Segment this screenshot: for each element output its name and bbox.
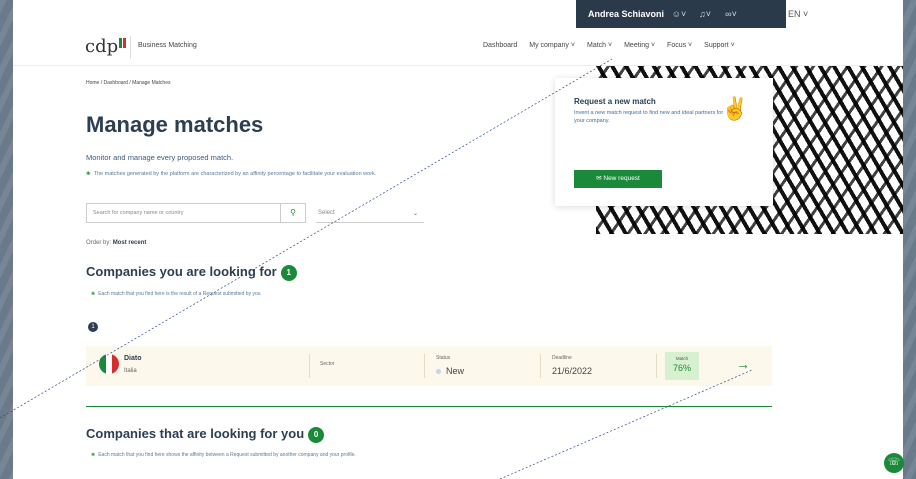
support-headset-icon[interactable]: ☏ — [884, 453, 904, 473]
nav-focus-label: Focus — [667, 42, 687, 49]
nav-match[interactable]: Match ˅ — [587, 42, 612, 49]
status-value: New — [436, 366, 464, 376]
page-note: ❀ The matches generated by the platform a… — [86, 171, 376, 177]
logo-text: cdp — [85, 36, 119, 57]
filter-select[interactable]: Select ⌄ — [316, 203, 424, 223]
status-text: New — [446, 366, 465, 376]
bell-icon[interactable]: ♫˅ — [692, 9, 718, 19]
cdp-logo[interactable]: cdp — [85, 36, 127, 57]
search-icon[interactable]: ⚲ — [280, 204, 305, 222]
page-subtitle: Monitor and manage every proposed match. — [86, 153, 234, 162]
divider — [424, 354, 425, 378]
deadline-value: 21/6/2022 — [552, 366, 593, 376]
status-label: Status — [436, 355, 451, 361]
sector-label: Sector — [320, 361, 335, 367]
nav-meeting-label: Meeting — [624, 42, 649, 49]
leaf-icon: ❀ — [86, 171, 91, 177]
section-title-looking-for: Companies you are looking for 1 — [86, 264, 297, 281]
new-request-label: New request — [603, 175, 640, 182]
request-card: Request a new match Invent a new match r… — [555, 78, 773, 206]
section-divider — [86, 406, 772, 407]
main-nav: Dashboard My company ˅ Match ˅ Meeting ˅… — [483, 42, 735, 49]
nav-support[interactable]: Support ˅ — [704, 42, 735, 49]
section-title-text: Companies that are looking for you — [86, 426, 305, 441]
search-placeholder: Search for company name or country — [93, 210, 184, 216]
count-badge: 1 — [280, 264, 297, 281]
search-input[interactable]: Search for company name or country ⚲ — [86, 203, 306, 223]
divider — [656, 354, 657, 378]
status-dot-icon — [436, 369, 441, 375]
breadcrumb[interactable]: Home / Dashboard / Manage Matches — [86, 80, 171, 86]
order-by[interactable]: Order by: Most recent — [86, 240, 146, 246]
page-title: Manage matches — [86, 112, 264, 137]
match-badge: Match 76% — [665, 352, 699, 380]
nav-dashboard[interactable]: Dashboard — [483, 42, 517, 49]
nav-match-label: Match — [586, 42, 607, 49]
nav-meeting[interactable]: Meeting ˅ — [624, 42, 655, 49]
request-card-title: Request a new match — [574, 97, 656, 106]
app-window: Andrea Schiavoni ☺˅ ♫˅ ∞˅ EN ˅ cdp Busin… — [13, 0, 903, 479]
match-row[interactable]: Diato Italia Sector Status New Deadline … — [86, 346, 772, 386]
leaf-icon: ❀ — [91, 452, 96, 458]
nav-my-company-label: My company — [529, 42, 569, 49]
new-request-button[interactable]: ✉ New request — [574, 170, 662, 188]
section-note: ❀ Each match that you find here is the re… — [91, 291, 261, 297]
nav-my-company[interactable]: My company ˅ — [529, 42, 575, 49]
order-value: Most recent — [112, 240, 147, 246]
main-header: cdp Business Matching Dashboard My compa… — [13, 28, 903, 66]
brand-name: Business Matching — [138, 42, 197, 49]
logo-flag-red — [123, 38, 127, 48]
leaf-icon: ❀ — [91, 291, 96, 297]
order-label: Order by: — [86, 240, 112, 246]
match-label: Match — [675, 356, 689, 361]
section-title-looking-for-you: Companies that are looking for you 0 — [86, 426, 325, 443]
section-note: ❀ Each match that you find here shows the… — [91, 452, 356, 458]
match-value: 76% — [672, 363, 691, 373]
connections-icon[interactable]: ∞˅ — [718, 9, 744, 19]
section-note-text: Each match that you find here shows the … — [98, 452, 356, 458]
logo-flag-green — [119, 38, 123, 48]
divider — [309, 354, 310, 378]
language-label: EN — [788, 9, 801, 19]
page-note-text: The matches generated by the platform ar… — [93, 171, 377, 177]
handshake-icon: ✌ — [721, 96, 749, 121]
user-icon[interactable]: ☺˅ — [666, 9, 692, 19]
chevron-down-icon: ⌄ — [412, 211, 418, 217]
user-topbar: Andrea Schiavoni ☺˅ ♫˅ ∞˅ EN ˅ — [576, 0, 808, 28]
user-name[interactable]: Andrea Schiavoni — [576, 9, 666, 19]
logo-divider — [130, 36, 131, 58]
section-note-text: Each match that you find here is the res… — [98, 291, 261, 297]
company-name[interactable]: Diato — [124, 355, 142, 362]
page-indicator[interactable]: 1 — [88, 322, 98, 332]
count-badge: 0 — [308, 426, 325, 443]
arrow-right-icon[interactable]: → — [736, 356, 750, 372]
request-card-description: Invent a new match request to find new a… — [574, 110, 724, 124]
italy-flag-icon — [99, 354, 119, 374]
divider — [540, 354, 541, 378]
nav-focus[interactable]: Focus ˅ — [667, 42, 692, 49]
select-placeholder: Select — [318, 210, 335, 216]
company-country: Italia — [124, 368, 137, 374]
language-select[interactable]: EN ˅ — [788, 0, 808, 28]
section-title-text: Companies you are looking for — [86, 264, 277, 279]
nav-support-label: Support — [704, 42, 729, 49]
deadline-label: Deadline — [552, 355, 572, 361]
